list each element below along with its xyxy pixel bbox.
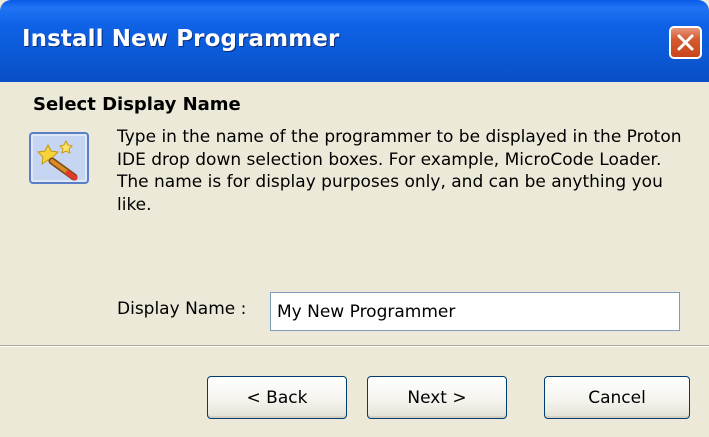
wizard-header: Select Display Name	[0, 82, 709, 125]
page-title: Select Display Name	[33, 94, 241, 115]
description-text: Type in the name of the programmer to be…	[117, 127, 682, 215]
window-title: Install New Programmer	[22, 26, 340, 52]
display-name-label: Display Name :	[117, 299, 247, 319]
wizard-wand-icon	[29, 132, 89, 184]
close-button[interactable]	[669, 26, 702, 59]
cancel-button[interactable]: Cancel	[544, 376, 690, 419]
back-button[interactable]: < Back	[207, 376, 347, 419]
next-button[interactable]: Next >	[367, 376, 507, 419]
separator-highlight	[0, 346, 709, 347]
close-icon	[677, 34, 694, 51]
title-bar: Install New Programmer	[0, 0, 709, 82]
display-name-input[interactable]	[270, 292, 680, 331]
dialog-body: Select Display Name Type in the name of …	[0, 82, 709, 437]
